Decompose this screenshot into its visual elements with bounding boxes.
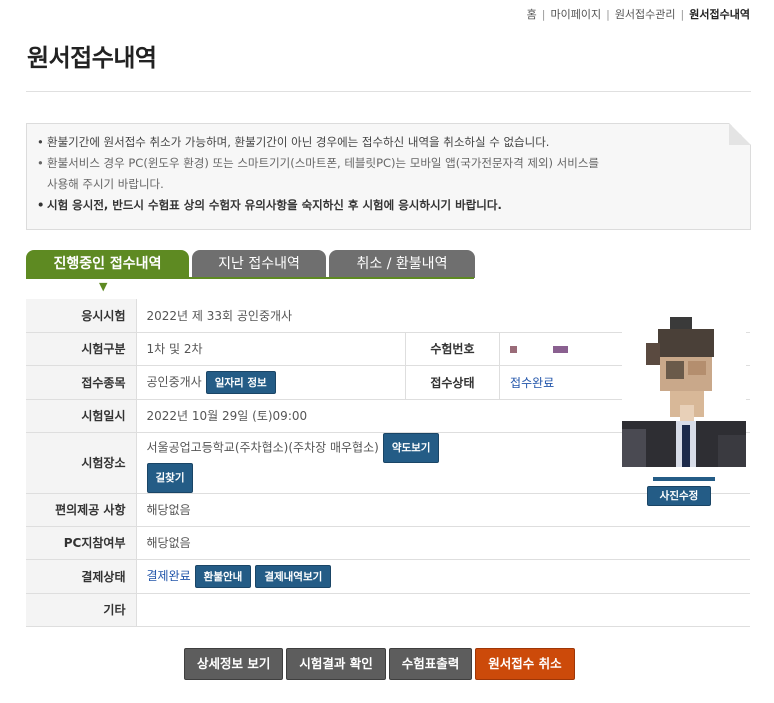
breadcrumb-separator: | xyxy=(541,8,546,21)
place-value: 서울공업고등학교(주차협소)(주차장 매우협소) xyxy=(146,440,379,454)
refund-guide-button[interactable]: 환불안내 xyxy=(194,564,252,588)
job-info-button[interactable]: 일자리 정보 xyxy=(205,370,276,394)
table-row: 기타 xyxy=(26,593,750,627)
title-divider xyxy=(26,91,751,92)
tab-cancel-refund[interactable]: 취소 / 환불내역 xyxy=(329,250,475,278)
datetime-label: 시험일시 xyxy=(26,399,137,433)
pc-label: PC지참여부 xyxy=(26,526,137,560)
status-value[interactable]: 접수완료 xyxy=(510,376,554,390)
exam-number-label: 수험번호 xyxy=(404,332,501,366)
table-row: 편의제공 사항 해당없음 xyxy=(26,493,750,527)
category-cell: 공인중개사 일자리 정보 xyxy=(136,365,406,400)
view-details-button[interactable]: 상세정보 보기 xyxy=(184,648,284,680)
notice-refund-period: 환불기간에 원서접수 취소가 가능하며, 환불기간이 아닌 경우에는 접수하신 … xyxy=(37,132,740,153)
category-value: 공인중개사 xyxy=(146,374,202,389)
print-ticket-button[interactable]: 수험표출력 xyxy=(388,648,473,680)
notice-exam-caution: 시험 응시전, 반드시 수험표 상의 수험자 유의사항을 숙지하신 후 시험에 … xyxy=(37,195,740,216)
breadcrumb: 홈 | 마이페이지 | 원서접수관리 | 원서접수내역 xyxy=(527,6,750,22)
action-buttons: 상세정보 보기 시험결과 확인 수험표출력 원서접수 취소 xyxy=(184,648,578,680)
redacted-mark xyxy=(552,345,568,353)
pc-value: 해당없음 xyxy=(136,526,750,560)
notice-box: 환불기간에 원서접수 취소가 가능하며, 환불기간이 아닌 경우에는 접수하신 … xyxy=(26,123,751,230)
payment-history-button[interactable]: 결제내역보기 xyxy=(255,564,332,588)
breadcrumb-separator: | xyxy=(606,8,610,21)
exam-type-label: 시험구분 xyxy=(26,332,137,366)
etc-value xyxy=(136,593,750,627)
map-button[interactable]: 약도보기 xyxy=(382,432,440,463)
edit-photo-button[interactable]: 사진수정 xyxy=(647,486,711,506)
page-title: 원서접수내역 xyxy=(27,44,157,72)
breadcrumb-current: 원서접수내역 xyxy=(689,8,750,21)
breadcrumb-application-management[interactable]: 원서접수관리 xyxy=(615,6,676,22)
payment-cell: 결제완료 환불안내 결제내역보기 xyxy=(136,559,750,594)
category-label: 접수종목 xyxy=(26,365,137,400)
payment-label: 결제상태 xyxy=(26,559,137,594)
tab-in-progress[interactable]: 진행중인 접수내역 xyxy=(26,250,189,278)
check-result-button[interactable]: 시험결과 확인 xyxy=(286,648,386,680)
route-button[interactable]: 길찾기 xyxy=(146,462,194,493)
chevron-down-icon: ▼ xyxy=(99,280,108,293)
tab-past[interactable]: 지난 접수내역 xyxy=(192,250,326,278)
table-row: 결제상태 결제완료 환불안내 결제내역보기 xyxy=(26,559,750,594)
notice-refund-service: 환불서비스 경우 PC(윈도우 환경) 또는 스마트기기(스마트폰, 테블릿PC… xyxy=(37,153,740,195)
cancel-application-button[interactable]: 원서접수 취소 xyxy=(475,648,575,680)
status-label: 접수상태 xyxy=(404,365,501,400)
breadcrumb-separator: | xyxy=(680,8,685,21)
place-label: 시험장소 xyxy=(26,432,137,494)
tab-bar: 진행중인 접수내역 지난 접수내역 취소 / 환불내역 xyxy=(26,250,751,278)
payment-status-value[interactable]: 결제완료 xyxy=(147,569,191,583)
photo-caption-bar xyxy=(653,477,715,481)
photo-image xyxy=(622,317,746,467)
table-row: PC지참여부 해당없음 xyxy=(26,526,750,560)
breadcrumb-mypage[interactable]: 마이페이지 xyxy=(550,6,601,22)
exam-label: 응시시험 xyxy=(26,299,137,333)
convenience-label: 편의제공 사항 xyxy=(26,493,137,527)
redacted-mark xyxy=(510,345,518,353)
tab-underline xyxy=(26,277,474,279)
applicant-photo xyxy=(622,317,746,467)
breadcrumb-home[interactable]: 홈 xyxy=(527,6,537,22)
etc-label: 기타 xyxy=(26,593,137,627)
exam-type-value: 1차 및 2차 xyxy=(136,332,406,366)
